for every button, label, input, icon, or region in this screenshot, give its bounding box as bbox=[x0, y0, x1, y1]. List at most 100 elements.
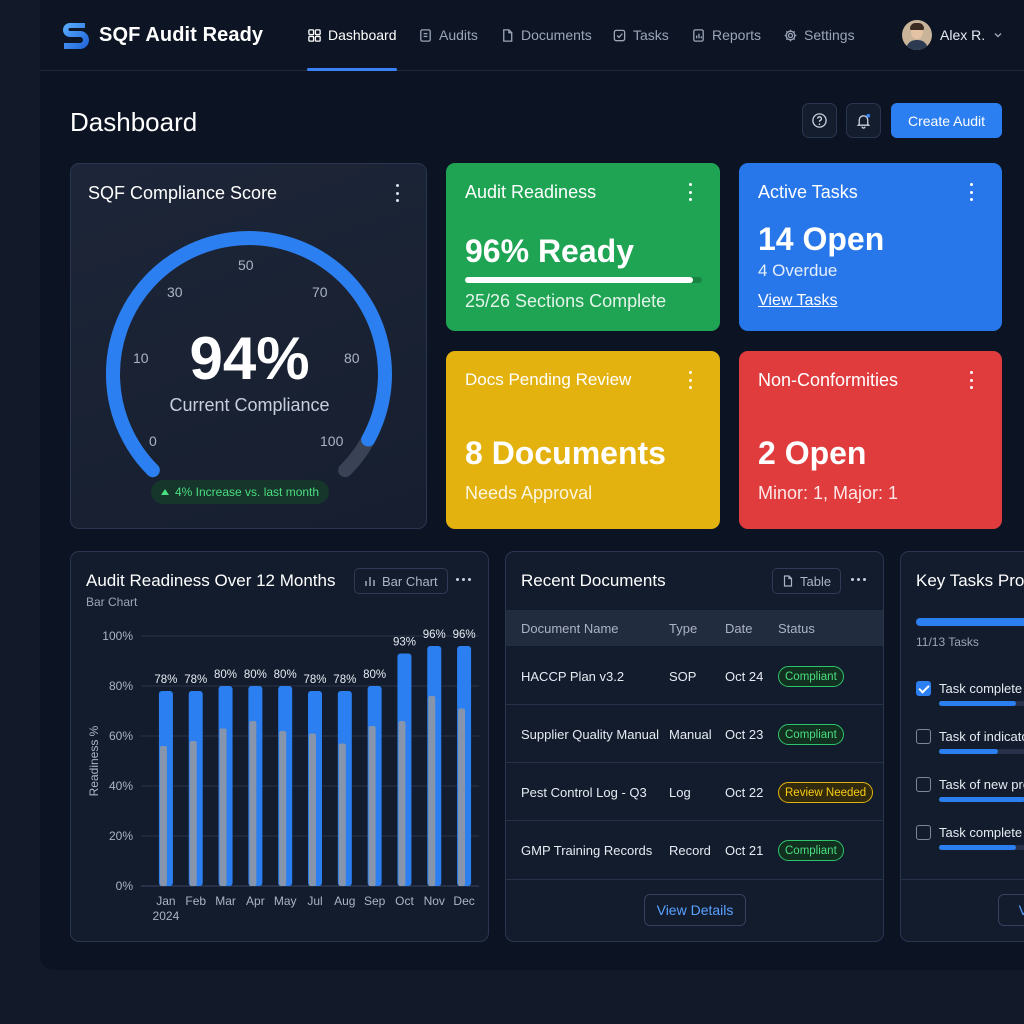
view-tasks-link[interactable]: View Tasks bbox=[758, 292, 837, 310]
view-details-button[interactable]: View Details bbox=[644, 894, 746, 926]
nonconf-card-menu-icon[interactable] bbox=[968, 371, 974, 389]
brand-name: SQF Audit Ready bbox=[99, 24, 264, 46]
active-tasks-card: Active Tasks 14 Open 4 Overdue View Task… bbox=[739, 163, 1002, 331]
top-navigation-bar: SQF Audit Ready Dashboard Audits Documen… bbox=[40, 0, 1024, 71]
task-checkbox[interactable] bbox=[916, 777, 931, 792]
notifications-button[interactable] bbox=[846, 103, 881, 138]
x-tick-label: Jan bbox=[156, 894, 175, 908]
gauge-tick-50: 50 bbox=[238, 257, 254, 273]
y-tick-label: 20% bbox=[109, 829, 133, 843]
documents-menu-icon[interactable] bbox=[851, 578, 866, 581]
table-row[interactable]: Supplier Quality Manual Manual Oct 23 Co… bbox=[506, 706, 883, 763]
x-tick-label: Apr bbox=[246, 894, 265, 908]
docs-pending-title: Docs Pending Review bbox=[465, 370, 632, 389]
nav-tasks[interactable]: Tasks bbox=[612, 27, 669, 43]
bar-secondary bbox=[368, 726, 376, 886]
nav-documents[interactable]: Documents bbox=[500, 27, 592, 43]
user-menu[interactable]: Alex R. bbox=[902, 20, 1003, 50]
bar-data-label: 78% bbox=[303, 674, 326, 686]
help-button[interactable] bbox=[802, 103, 837, 138]
task-label: Task of indicator bbox=[939, 729, 1024, 744]
tasks-card-menu-icon[interactable] bbox=[968, 183, 974, 201]
doc-type: SOP bbox=[669, 669, 697, 684]
compliance-label: Current Compliance bbox=[169, 395, 330, 415]
create-audit-button[interactable]: Create Audit bbox=[891, 103, 1002, 138]
doc-date: Oct 21 bbox=[725, 843, 764, 858]
doc-name: Pest Control Log - Q3 bbox=[521, 785, 647, 800]
task-checkbox[interactable] bbox=[916, 825, 931, 840]
task-progress-fill bbox=[939, 845, 1016, 850]
doc-name: GMP Training Records bbox=[521, 843, 653, 858]
active-tasks-overdue: 4 Overdue bbox=[758, 261, 838, 280]
page-title: Dashboard bbox=[70, 107, 198, 137]
table-view-toggle[interactable]: Table bbox=[772, 568, 842, 594]
col-date[interactable]: Date bbox=[725, 621, 752, 636]
y-tick-label: 40% bbox=[109, 779, 133, 793]
task-item[interactable]: Task complete bbox=[916, 681, 1024, 721]
tasks-footer-divider bbox=[901, 879, 1024, 880]
task-item[interactable]: Task of indicator bbox=[916, 729, 1024, 769]
bar-data-label: 96% bbox=[423, 629, 446, 641]
task-label: Task of new process bbox=[939, 777, 1024, 792]
trend-text: 4% Increase vs. last month bbox=[175, 485, 320, 499]
y-tick-label: 60% bbox=[109, 729, 133, 743]
status-badge: Compliant bbox=[778, 840, 844, 861]
compliance-score-card: SQF Compliance Score 0 10 30 50 70 80 10… bbox=[70, 163, 427, 529]
task-progress bbox=[939, 845, 1024, 850]
task-item[interactable]: Task complete bbox=[916, 825, 1024, 865]
nav-settings-label: Settings bbox=[804, 27, 855, 43]
bar-data-label: 80% bbox=[244, 669, 267, 681]
non-conformities-title: Non-Conformities bbox=[758, 370, 899, 390]
col-document-name[interactable]: Document Name bbox=[521, 621, 619, 636]
task-label: Task complete bbox=[939, 681, 1023, 696]
active-tab-indicator bbox=[307, 68, 397, 71]
bar-secondary bbox=[428, 696, 436, 886]
non-conformities-detail: Minor: 1, Major: 1 bbox=[758, 483, 899, 503]
nav-audits-label: Audits bbox=[439, 27, 478, 43]
nav-dashboard[interactable]: Dashboard bbox=[307, 27, 397, 43]
nav-reports[interactable]: Reports bbox=[691, 27, 761, 43]
grid-icon bbox=[308, 28, 321, 42]
x-tick-label: Aug bbox=[334, 894, 355, 908]
x-year-label: 2024 bbox=[153, 909, 180, 923]
documents-title: Recent Documents bbox=[521, 571, 666, 590]
bar-secondary bbox=[338, 743, 346, 886]
bar-data-label: 78% bbox=[184, 674, 207, 686]
report-icon bbox=[693, 28, 704, 42]
doc-date: Oct 24 bbox=[725, 669, 764, 684]
nav-tasks-label: Tasks bbox=[633, 27, 669, 43]
nav-reports-label: Reports bbox=[712, 27, 762, 43]
bar-data-label: 93% bbox=[393, 637, 416, 649]
table-row[interactable]: Pest Control Log - Q3 Log Oct 22 Review … bbox=[506, 764, 883, 821]
chevron-down-icon bbox=[994, 33, 1002, 38]
nav-audits[interactable]: Audits bbox=[418, 27, 478, 43]
trend-badge: 4% Increase vs. last month bbox=[151, 480, 330, 504]
task-checkbox[interactable] bbox=[916, 681, 931, 696]
check-square-icon bbox=[613, 29, 626, 41]
readiness-card-menu-icon[interactable] bbox=[687, 183, 693, 201]
nav-settings[interactable]: Settings bbox=[783, 27, 855, 43]
col-status[interactable]: Status bbox=[778, 621, 815, 636]
status-badge: Review Needed bbox=[778, 782, 874, 803]
y-axis-label: Readiness % bbox=[87, 725, 101, 796]
y-tick-label: 100% bbox=[102, 629, 133, 643]
status-badge: Compliant bbox=[778, 666, 844, 687]
view-all-tasks-button[interactable]: View All bbox=[998, 894, 1024, 926]
x-tick-label: Mar bbox=[215, 894, 236, 908]
task-item[interactable]: Task of new process bbox=[916, 777, 1024, 817]
readiness-progress bbox=[465, 277, 702, 283]
gauge-tick-0: 0 bbox=[149, 433, 157, 449]
gauge-tick-70: 70 bbox=[312, 284, 328, 300]
table-row[interactable]: GMP Training Records Record Oct 21 Compl… bbox=[506, 822, 883, 879]
col-type[interactable]: Type bbox=[669, 621, 697, 636]
tasks-count: 11/13 Tasks bbox=[916, 635, 979, 649]
task-checkbox[interactable] bbox=[916, 729, 931, 744]
bar-secondary bbox=[189, 741, 197, 886]
table-row[interactable]: HACCP Plan v3.2 SOP Oct 24 Compliant bbox=[506, 648, 883, 705]
non-conformities-value: 2 Open bbox=[758, 435, 867, 471]
bar-data-label: 80% bbox=[274, 669, 297, 681]
table-footer-divider bbox=[506, 879, 883, 880]
docs-card-menu-icon[interactable] bbox=[687, 371, 693, 389]
app-window: SQF Audit Ready Dashboard Audits Documen… bbox=[40, 0, 1024, 970]
bar-secondary bbox=[279, 731, 287, 886]
